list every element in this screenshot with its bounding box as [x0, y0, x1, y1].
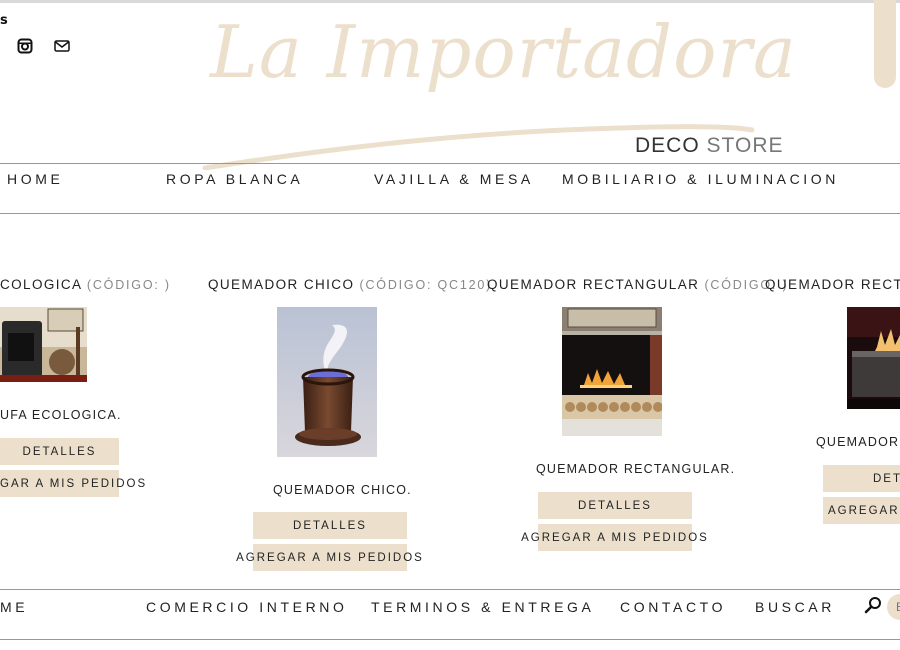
envelope-icon[interactable] — [54, 38, 70, 54]
add-to-orders-button[interactable]: AGREGAR A MIS PEDIDOS — [521, 524, 707, 551]
instagram-icon[interactable] — [17, 38, 33, 54]
add-to-orders-button[interactable]: GAR A MIS PEDIDOS — [0, 470, 145, 497]
details-button[interactable]: DETALLES — [538, 492, 692, 519]
product-title[interactable]: QUEMADOR CHICO (CÓDIGO: QC120) — [208, 277, 492, 292]
product-description: QUEMADOR CHICO. — [273, 483, 412, 497]
add-to-orders-button[interactable]: AGREGAR A M — [823, 497, 900, 524]
logo-script: La Importadora — [210, 10, 797, 94]
store-logo[interactable]: La Importadora DECO STORE — [200, 10, 796, 170]
footer-nav-top-line — [0, 589, 900, 590]
product-image[interactable] — [562, 307, 662, 436]
nav-ropa-blanca[interactable]: ROPA BLANCA — [166, 171, 303, 187]
product-image[interactable] — [847, 307, 900, 409]
corner-tab[interactable] — [874, 0, 896, 88]
footer-nav-buscar[interactable]: BUSCAR — [755, 599, 835, 615]
product-title[interactable]: QUEMADOR RECTANGULAR (CÓDIGO: ) — [487, 277, 788, 292]
footer-nav-home[interactable]: ME — [0, 599, 28, 615]
nav-top-line — [0, 163, 900, 164]
nav-home[interactable]: HOME — [7, 171, 63, 187]
footer-nav-comercio-interno[interactable]: COMERCIO INTERNO — [146, 599, 348, 615]
logo-subtitle: DECO STORE — [635, 134, 784, 157]
footer-nav-terminos-entrega[interactable]: TERMINOS & ENTREGA — [371, 599, 594, 615]
product-title[interactable]: QUEMADOR RECTANC — [765, 277, 900, 292]
nav-bottom-line — [0, 213, 900, 214]
add-to-orders-button[interactable]: AGREGAR A MIS PEDIDOS — [236, 544, 422, 571]
top-border — [0, 0, 900, 3]
details-button[interactable]: DETALLES — [0, 438, 119, 465]
footer-nav-contacto[interactable]: CONTACTO — [620, 599, 726, 615]
details-button[interactable]: DETA — [823, 465, 900, 492]
product-description: QUEMADOR RECTANGULAR. — [536, 462, 736, 476]
nav-mobiliario-iluminacion[interactable]: MOBILIARIO & ILUMINACION — [562, 171, 839, 187]
search-icon[interactable] — [864, 596, 882, 614]
search-input[interactable] — [887, 594, 900, 620]
product-image[interactable] — [277, 307, 377, 457]
product-image[interactable] — [0, 307, 87, 382]
product-title[interactable]: COLOGICA (CÓDIGO: ) — [0, 277, 171, 292]
product-description: QUEMADOR REC — [816, 435, 900, 449]
details-button[interactable]: DETALLES — [253, 512, 407, 539]
footer-nav-bottom-line — [0, 639, 900, 640]
product-description: UFA ECOLOGICA. — [0, 408, 122, 422]
nav-vajilla-mesa[interactable]: VAJILLA & MESA — [374, 171, 534, 187]
social-label: s — [0, 13, 8, 28]
